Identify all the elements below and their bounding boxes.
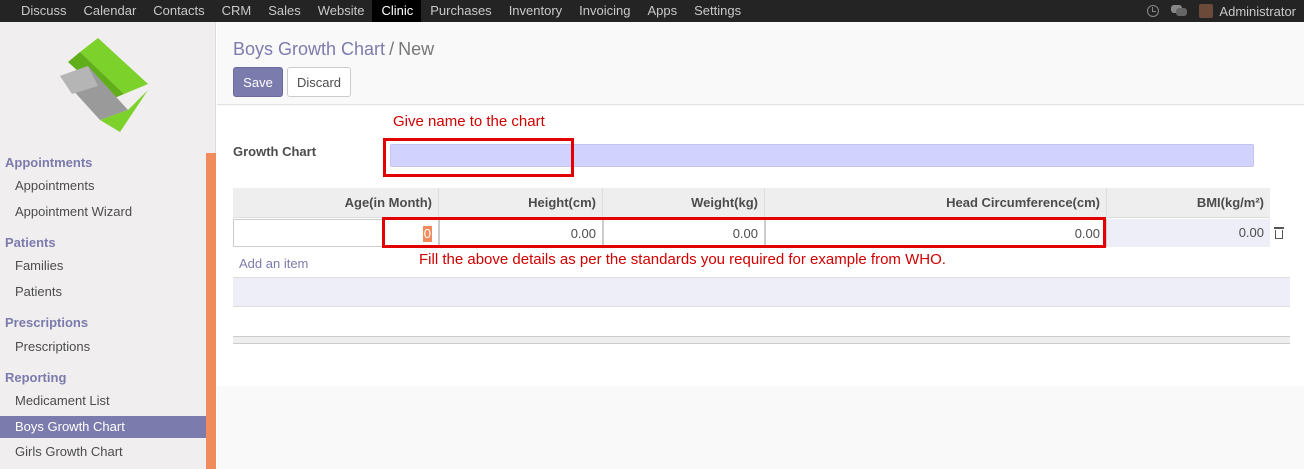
chat-icon[interactable]	[1171, 5, 1188, 17]
sidebar-item-patients[interactable]: Patients	[0, 281, 206, 303]
column-age[interactable]: Age(in Month)	[233, 188, 439, 218]
form-sheet: Give name to the chart Growth Chart Age(…	[217, 106, 1304, 386]
column-height[interactable]: Height(cm)	[439, 188, 603, 218]
section-reporting: Reporting	[5, 370, 67, 385]
sidebar-item-appointment-wizard[interactable]: Appointment Wizard	[0, 201, 206, 223]
annotation-details-hint: Fill the above details as per the standa…	[419, 251, 946, 268]
systray: Administrator	[1147, 0, 1296, 22]
sidebar-item-families[interactable]: Families	[0, 255, 206, 277]
section-patients: Patients	[5, 235, 56, 250]
menu-discuss[interactable]: Discuss	[12, 0, 75, 22]
menu-calendar[interactable]: Calendar	[75, 0, 145, 22]
menu-purchases[interactable]: Purchases	[421, 0, 499, 22]
sidebar-item-prescriptions[interactable]: Prescriptions	[0, 336, 206, 358]
column-head-circumference[interactable]: Head Circumference(cm)	[765, 188, 1107, 218]
section-prescriptions: Prescriptions	[5, 315, 89, 330]
column-weight[interactable]: Weight(kg)	[603, 188, 765, 218]
company-logo	[60, 38, 148, 132]
sidebar: Appointments Appointments Appointment Wi…	[0, 22, 216, 469]
sidebar-item-girls-growth-chart[interactable]: Girls Growth Chart	[0, 441, 206, 463]
cell-bmi: 0.00	[1107, 219, 1270, 247]
table-empty-row	[233, 277, 1290, 307]
breadcrumb-current: New	[398, 39, 435, 59]
sidebar-item-boys-growth-chart[interactable]: Boys Growth Chart	[0, 416, 206, 438]
menu-apps[interactable]: Apps	[638, 0, 685, 22]
annotation-box-details	[382, 217, 1106, 248]
menu-contacts[interactable]: Contacts	[144, 0, 212, 22]
top-menu: Discuss Calendar Contacts CRM Sales Webs…	[12, 0, 749, 22]
menu-clinic[interactable]: Clinic	[372, 0, 422, 22]
menu-sales[interactable]: Sales	[259, 0, 309, 22]
discard-button[interactable]: Discard	[287, 67, 351, 97]
annotation-name-hint: Give name to the chart	[393, 113, 545, 130]
breadcrumb-separator: /	[389, 39, 395, 59]
user-name: Administrator	[1219, 3, 1296, 19]
sidebar-scroll-strip	[206, 153, 216, 469]
clock-icon[interactable]	[1147, 5, 1160, 17]
top-navbar: Discuss Calendar Contacts CRM Sales Webs…	[0, 0, 1304, 22]
save-button[interactable]: Save	[233, 67, 283, 97]
breadcrumb-parent[interactable]: Boys Growth Chart	[233, 39, 385, 59]
menu-inventory[interactable]: Inventory	[500, 0, 570, 22]
section-appointments: Appointments	[5, 155, 93, 170]
column-bmi[interactable]: BMI(kg/m²)	[1107, 188, 1270, 218]
trash-icon[interactable]	[1274, 227, 1284, 239]
add-item-link[interactable]: Add an item	[239, 256, 308, 271]
table-header: Age(in Month) Height(cm) Weight(kg) Head…	[233, 188, 1270, 218]
growth-chart-label: Growth Chart	[233, 144, 317, 159]
main-content: Boys Growth Chart / New Save Discard Give …	[217, 22, 1304, 469]
avatar	[1199, 4, 1214, 18]
menu-crm[interactable]: CRM	[213, 0, 260, 22]
menu-invoicing[interactable]: Invoicing	[570, 0, 638, 22]
sidebar-item-medicament-list[interactable]: Medicament List	[0, 390, 206, 412]
user-menu[interactable]: Administrator	[1199, 4, 1296, 19]
annotation-box-name	[383, 138, 574, 177]
breadcrumb: Boys Growth Chart / New	[233, 39, 434, 60]
table-footer	[233, 336, 1290, 344]
menu-settings[interactable]: Settings	[685, 0, 749, 22]
control-panel: Boys Growth Chart / New Save Discard	[217, 22, 1304, 105]
sidebar-item-appointments[interactable]: Appointments	[0, 175, 206, 197]
menu-website[interactable]: Website	[309, 0, 373, 22]
